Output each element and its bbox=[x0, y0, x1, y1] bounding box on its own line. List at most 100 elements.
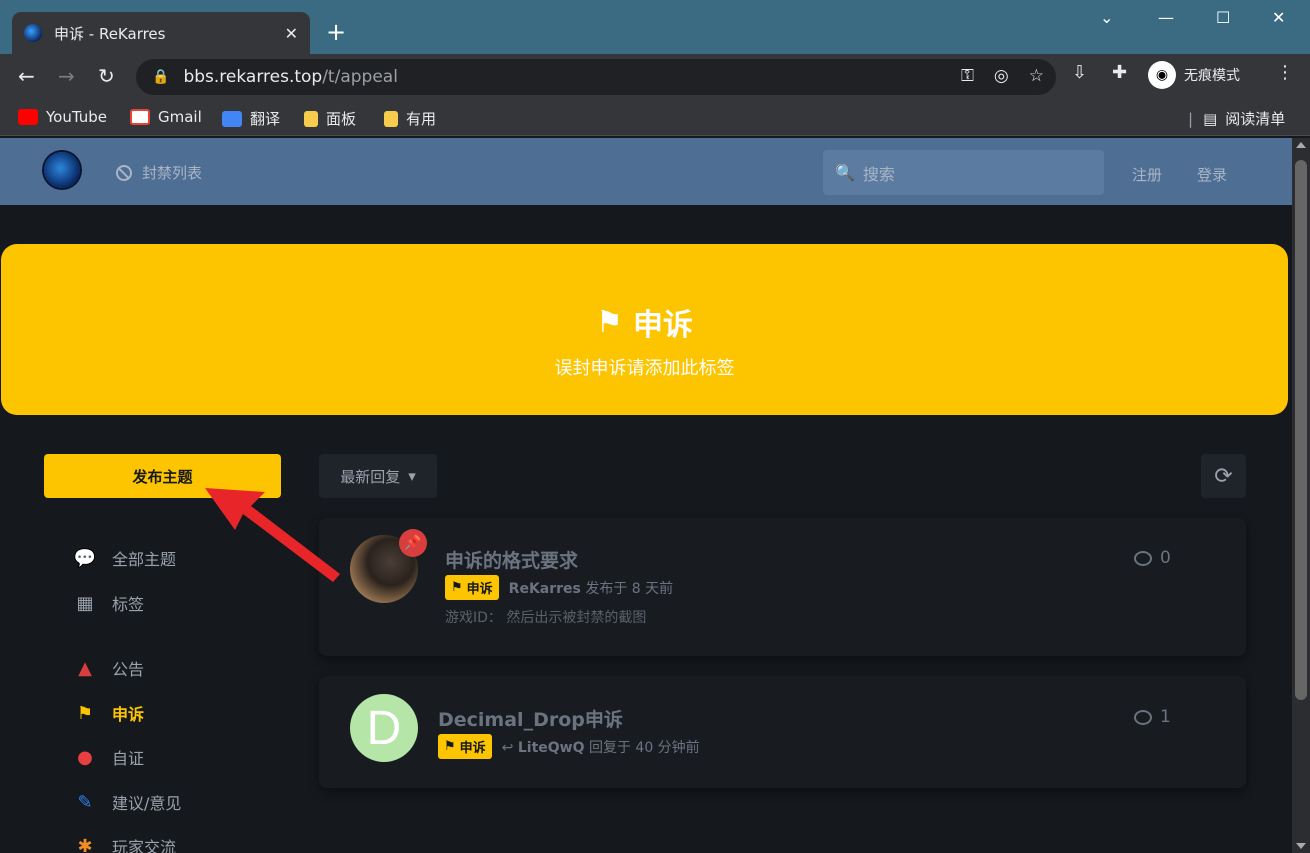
incognito-indicator[interactable]: ◉ 无痕模式 bbox=[1148, 61, 1240, 89]
new-tab-plus-icon[interactable]: + bbox=[326, 18, 346, 46]
ban-icon bbox=[116, 164, 132, 181]
comments-icon: 💬 bbox=[73, 547, 97, 569]
incognito-icon: ◉ bbox=[1148, 61, 1176, 89]
bookmark-youtube[interactable]: YouTube bbox=[18, 108, 107, 126]
site-favicon-icon bbox=[24, 24, 42, 42]
search-placeholder: 搜索 bbox=[862, 164, 895, 184]
grid-icon: ▦ bbox=[76, 592, 94, 614]
sidebar-item-suggestions[interactable]: ✎ 建议/意见 bbox=[74, 790, 181, 814]
browser-tab[interactable]: 申诉 - ReKarres ✕ bbox=[12, 12, 310, 54]
lock-icon[interactable]: 🔒 bbox=[152, 69, 169, 85]
forward-arrow-icon[interactable]: → bbox=[58, 64, 75, 88]
sidebar-item-tags[interactable]: ▦ 标签 bbox=[74, 591, 144, 615]
sidebar-item-player-chat[interactable]: ✱ 玩家交流 bbox=[74, 834, 176, 853]
key-icon[interactable]: ⚿ bbox=[961, 66, 974, 86]
reply-count: 1 bbox=[1134, 707, 1171, 727]
site-logo[interactable] bbox=[44, 152, 80, 188]
translate-icon bbox=[222, 110, 242, 127]
search-input[interactable]: 🔍 搜索 bbox=[823, 150, 1104, 195]
author-name[interactable]: ReKarres bbox=[509, 581, 581, 597]
extensions-icon[interactable]: ✚ bbox=[1112, 62, 1127, 83]
discussion-title[interactable]: Decimal_Drop申诉 bbox=[438, 705, 623, 732]
reply-count-value: 0 bbox=[1160, 548, 1171, 568]
scroll-thumb[interactable] bbox=[1295, 160, 1307, 700]
avatar[interactable]: D bbox=[350, 694, 418, 762]
sidebar-item-label: 标签 bbox=[112, 595, 145, 614]
tab-search-chevron-icon[interactable]: ⌄ bbox=[1100, 8, 1113, 27]
bookmark-gmail[interactable]: Gmail bbox=[130, 108, 202, 126]
sidebar-item-label: 自证 bbox=[112, 749, 145, 768]
window-close-icon[interactable]: ✕ bbox=[1272, 8, 1285, 27]
discussion-excerpt: 游戏ID： 然后出示被封禁的截图 bbox=[445, 610, 647, 626]
comment-bubble-icon bbox=[1134, 550, 1152, 566]
download-icon[interactable]: ⇩ bbox=[1072, 62, 1087, 83]
caret-down-icon: ▾ bbox=[408, 467, 416, 485]
divider: | bbox=[1188, 109, 1194, 128]
bookmarks-bar: YouTube Gmail 翻译 面板 有用 | ▤ 阅读清单 bbox=[0, 100, 1310, 136]
sidebar-item-all-discussions[interactable]: 💬 全部主题 bbox=[74, 546, 176, 570]
tag-badge[interactable]: ⚑ 申诉 bbox=[445, 575, 499, 600]
login-link[interactable]: 登录 bbox=[1197, 164, 1227, 185]
author-name[interactable]: LiteQwQ bbox=[518, 740, 585, 756]
reading-list-button[interactable]: | ▤ 阅读清单 bbox=[1188, 108, 1285, 129]
youtube-icon bbox=[18, 109, 38, 125]
tag-label: 申诉 bbox=[459, 741, 486, 756]
sidebar-item-label: 公告 bbox=[112, 660, 145, 679]
pin-icon: 📌 bbox=[399, 529, 427, 557]
scroll-up-arrow-icon[interactable] bbox=[1296, 142, 1306, 148]
flag-icon: ⚑ bbox=[451, 580, 463, 595]
search-icon: 🔍 bbox=[835, 163, 855, 182]
page-scrollbar[interactable] bbox=[1292, 138, 1310, 853]
discussion-list-item[interactable]: 📌 申诉的格式要求 ⚑ 申诉 ReKarres 发布于 8 天前 游戏ID： 然后… bbox=[319, 518, 1246, 656]
nav-ban-list-label: 封禁列表 bbox=[142, 164, 203, 182]
url-text[interactable]: bbs.rekarres.top/t/appeal bbox=[183, 67, 398, 87]
person-icon: ✱ bbox=[77, 835, 93, 853]
eye-off-icon[interactable]: ◎ bbox=[994, 66, 1009, 86]
tag-badge[interactable]: ⚑ 申诉 bbox=[438, 734, 492, 759]
hero-description: 误封申诉请添加此标签 bbox=[554, 358, 735, 379]
syringe-icon: ✎ bbox=[77, 791, 93, 813]
discussion-action: 回复于 40 分钟前 bbox=[588, 739, 700, 756]
reply-count: 0 bbox=[1134, 548, 1171, 568]
sort-label: 最新回复 bbox=[340, 467, 401, 486]
warning-icon: ▲ bbox=[78, 657, 92, 679]
refresh-icon: ⟳ bbox=[1214, 463, 1233, 489]
bookmark-label: Gmail bbox=[158, 108, 202, 126]
sidebar-item-appeal[interactable]: ⚑ 申诉 bbox=[74, 701, 144, 725]
site-header: 封禁列表 🔍 搜索 注册 登录 bbox=[0, 138, 1292, 205]
sidebar-item-label: 建议/意见 bbox=[112, 794, 182, 813]
omnibox-icons: ⚿ ◎ ☆ bbox=[961, 66, 1044, 86]
nav-ban-list[interactable]: 封禁列表 bbox=[116, 162, 202, 183]
tab-title: 申诉 - ReKarres bbox=[54, 24, 166, 43]
sidebar-item-label: 申诉 bbox=[112, 705, 145, 724]
bookmark-label: 翻译 bbox=[250, 110, 281, 128]
tab-close-icon[interactable]: ✕ bbox=[285, 24, 298, 43]
reading-list-label: 阅读清单 bbox=[1225, 110, 1286, 128]
scroll-down-arrow-icon[interactable] bbox=[1296, 843, 1306, 849]
bookmark-folder-panel[interactable]: 面板 bbox=[304, 108, 356, 129]
address-bar[interactable]: 🔒 bbs.rekarres.top/t/appeal ⚿ ◎ ☆ bbox=[136, 59, 1056, 95]
bookmark-label: 面板 bbox=[326, 110, 357, 128]
refresh-button[interactable]: ⟳ bbox=[1201, 454, 1246, 498]
discussion-title[interactable]: 申诉的格式要求 bbox=[445, 546, 578, 573]
hero-title-text: 申诉 bbox=[632, 308, 693, 343]
maximize-icon[interactable]: ☐ bbox=[1216, 8, 1230, 27]
discussion-list-item[interactable]: D Decimal_Drop申诉 ⚑ 申诉 ↩ LiteQwQ 回复于 40 分钟… bbox=[319, 676, 1246, 788]
incognito-label: 无痕模式 bbox=[1184, 68, 1240, 84]
url-path: /t/appeal bbox=[322, 67, 398, 87]
bookmark-folder-useful[interactable]: 有用 bbox=[384, 108, 436, 129]
minimize-icon[interactable]: — bbox=[1158, 8, 1174, 27]
bookmark-translate[interactable]: 翻译 bbox=[222, 108, 280, 129]
sidebar-item-announcement[interactable]: ▲ 公告 bbox=[74, 656, 144, 680]
sidebar-item-self-proof[interactable]: ● 自证 bbox=[74, 745, 144, 769]
register-link[interactable]: 注册 bbox=[1132, 164, 1162, 185]
tag-label: 申诉 bbox=[466, 582, 493, 597]
reload-icon[interactable]: ↻ bbox=[98, 64, 115, 88]
back-arrow-icon[interactable]: ← bbox=[18, 64, 35, 88]
menu-kebab-icon[interactable]: ⋮ bbox=[1276, 62, 1294, 83]
bookmark-label: 有用 bbox=[406, 110, 437, 128]
flag-icon: ⚑ bbox=[444, 739, 456, 754]
sidebar-item-label: 玩家交流 bbox=[112, 838, 177, 853]
star-icon[interactable]: ☆ bbox=[1029, 66, 1044, 86]
folder-icon bbox=[384, 110, 398, 127]
